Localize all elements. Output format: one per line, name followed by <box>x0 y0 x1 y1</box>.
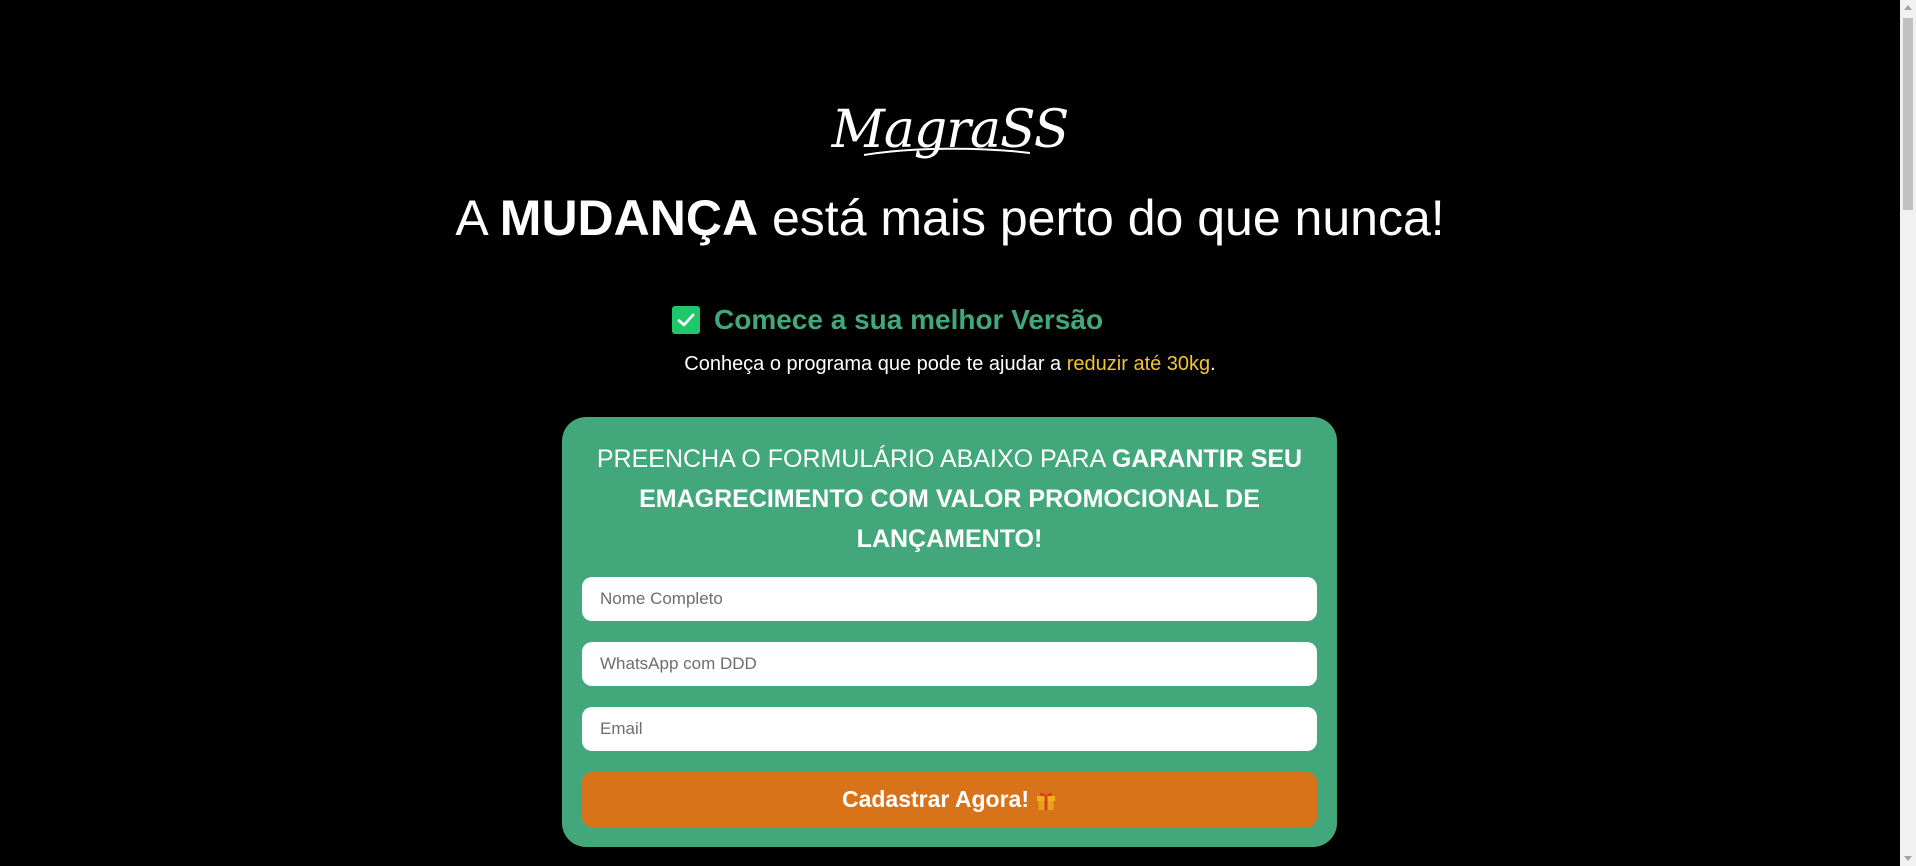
description-post: . <box>1210 353 1216 375</box>
logo-swoosh-icon <box>863 147 1031 156</box>
whatsapp-input[interactable] <box>582 642 1317 686</box>
scroll-up-icon[interactable] <box>1904 5 1912 10</box>
form-title: PREENCHA O FORMULÁRIO ABAIXO PARA GARANT… <box>592 439 1307 559</box>
description-highlight: reduzir até 30kg <box>1066 353 1211 375</box>
vertical-scrollbar[interactable] <box>1900 0 1916 866</box>
submit-label: Cadastrar Agora! <box>841 786 1030 812</box>
gift-icon <box>1037 792 1056 810</box>
benefit-label: Comece a sua melhor Versão <box>714 304 1104 335</box>
page-headline: A MUDANÇA está mais perto do que nunca! <box>0 185 1900 251</box>
checkmark-icon <box>672 306 700 334</box>
scroll-down-icon[interactable] <box>1904 856 1912 861</box>
full-name-input[interactable] <box>582 577 1317 621</box>
scrollbar-thumb[interactable] <box>1903 18 1913 210</box>
signup-form: PREENCHA O FORMULÁRIO ABAIXO PARA GARANT… <box>562 417 1337 847</box>
benefit-row: Comece a sua melhor Versão <box>672 303 1103 337</box>
program-description: Conheça o programa que pode te ajudar a … <box>0 350 1900 378</box>
email-input[interactable] <box>582 707 1317 751</box>
headline-pre: A <box>455 190 500 246</box>
description-pre: Conheça o programa que pode te ajudar a <box>684 353 1067 375</box>
headline-bold: MUDANÇA <box>499 190 759 246</box>
headline-post: está mais perto do que nunca! <box>758 190 1445 246</box>
page: MagraSS A MUDANÇA está mais perto do que… <box>0 0 1900 866</box>
submit-button[interactable]: Cadastrar Agora! <box>582 772 1317 827</box>
form-title-regular: PREENCHA O FORMULÁRIO ABAIXO PARA <box>596 445 1112 473</box>
